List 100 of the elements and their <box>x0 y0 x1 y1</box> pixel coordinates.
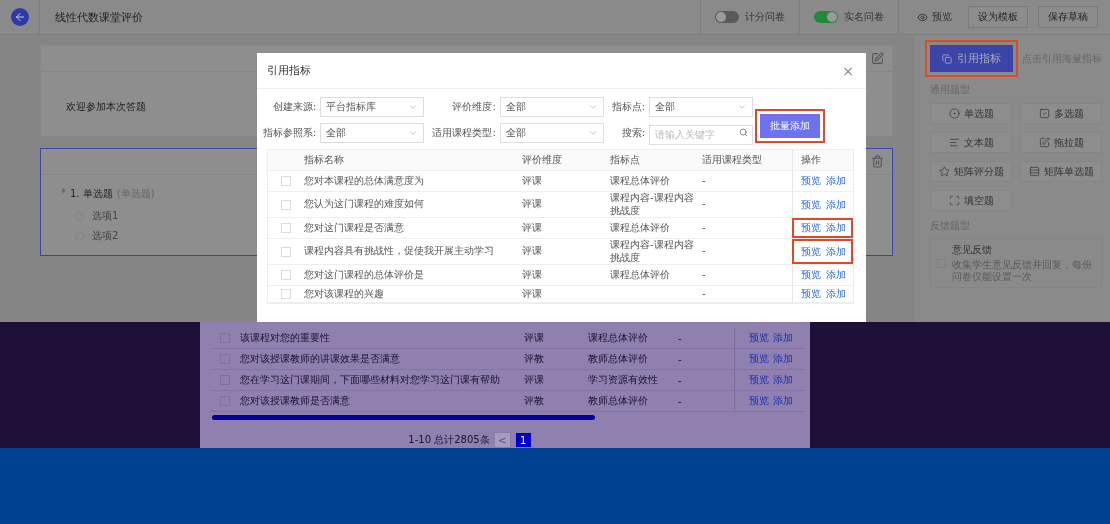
table-cell-text: 您对本课程的总体满意度为 <box>304 174 425 188</box>
action-link[interactable]: 添加 <box>826 244 846 259</box>
action-link[interactable]: 预览 <box>749 394 769 408</box>
back-button[interactable] <box>10 8 29 26</box>
table-cell-text: 学习资源有效性 <box>588 373 659 387</box>
table-cell-text: 课程总体评价 <box>610 174 671 188</box>
question-type-button[interactable]: 文本题 <box>930 132 1012 153</box>
table-cell-text: - <box>702 268 707 282</box>
action-link[interactable]: 预览 <box>801 221 821 235</box>
table-cell-text: 评课 <box>524 331 545 345</box>
toggle-label: 实名问卷 <box>844 10 884 24</box>
question-type-button[interactable]: 填空题 <box>930 190 1012 211</box>
survey-title: 线性代数课堂评价 <box>55 9 144 25</box>
table-cell-text: 评教 <box>524 352 545 366</box>
question-type-button[interactable]: 矩阵单选题 <box>1020 161 1102 182</box>
welcome-text: 欢迎参加本次答题 <box>66 100 146 114</box>
action-link[interactable]: 预览 <box>801 244 821 259</box>
filter-select[interactable]: 平台指标库 <box>320 97 425 117</box>
chevron-down-icon <box>587 128 598 138</box>
filter-label: 评价维度: <box>452 100 496 114</box>
header-button[interactable]: 保存草稿 <box>1038 6 1098 28</box>
action-link[interactable]: 添加 <box>826 197 846 212</box>
action-link[interactable]: 添加 <box>773 331 793 345</box>
star-icon <box>938 166 950 177</box>
table-cell-text: 课程总体评价 <box>588 331 649 345</box>
action-link[interactable]: 添加 <box>773 352 793 366</box>
action-link[interactable]: 添加 <box>773 373 793 387</box>
checkbox-icon <box>1038 108 1050 119</box>
edit-icon[interactable] <box>871 52 884 65</box>
header-button[interactable]: 设为模板 <box>968 6 1028 28</box>
eye-icon <box>917 11 928 23</box>
cite-indicator-button[interactable]: 引用指标 <box>930 45 1013 72</box>
question-type-button[interactable]: 矩阵评分题 <box>930 161 1012 182</box>
search-label: 搜索: <box>621 126 646 140</box>
table-cell-text: 您对这门课程的总体评价是 <box>304 268 425 282</box>
toggle-switch[interactable] <box>814 11 838 23</box>
action-link[interactable]: 预览 <box>801 287 821 301</box>
table-cell-text: 课程内容具有挑战性，促使我开展主动学习 <box>304 245 495 258</box>
table-cell-text: 评教 <box>524 394 545 408</box>
filter-select[interactable]: 全部 <box>499 97 604 117</box>
column-header: 操作 <box>792 150 853 170</box>
action-link[interactable]: 添加 <box>826 174 846 188</box>
action-link[interactable]: 添加 <box>826 287 846 301</box>
trash-icon[interactable] <box>871 155 884 168</box>
table-cell-text: - <box>678 353 683 365</box>
table-cell-text: 课程总体评价 <box>610 268 671 282</box>
scrollbar[interactable] <box>212 415 595 420</box>
table-cell-text: 教师总体评价 <box>588 394 649 408</box>
option-label: 选项2 <box>92 229 119 243</box>
toggle-label: 计分问卷 <box>745 10 785 24</box>
action-link[interactable]: 添加 <box>773 394 793 408</box>
frame-corners-icon <box>948 195 960 206</box>
required-mark: * <box>61 187 66 200</box>
toggle-switch[interactable] <box>715 11 739 23</box>
close-button[interactable]: × <box>842 62 854 79</box>
table-cell-text: 您在学习这门课期间，下面哪些材料对您学习这门课有帮助 <box>240 373 501 387</box>
pagination-summary: 1-10 总计2805条 <box>408 433 490 447</box>
table-cell-text: 评课 <box>522 174 543 188</box>
filter-label: 适用课程类型: <box>432 126 496 140</box>
preview-link[interactable]: 预览 <box>917 10 952 24</box>
action-link[interactable]: 预览 <box>801 174 821 188</box>
prev-page-button[interactable]: < <box>493 432 511 448</box>
column-header: 适用课程类型 <box>702 153 763 167</box>
action-link[interactable]: 预览 <box>749 373 769 387</box>
action-link[interactable]: 添加 <box>826 268 846 282</box>
table-cell-text: 教师总体评价 <box>588 352 649 366</box>
filter-select[interactable]: 全部 <box>320 123 425 143</box>
feedback-title: 意见反馈 <box>952 243 993 257</box>
table-cell-text: 该课程对您的重要性 <box>240 331 331 345</box>
table-cell-text: 课程内容-课程内容挑战度 <box>610 239 695 264</box>
action-link[interactable]: 预览 <box>749 331 769 345</box>
option-label: 选项1 <box>92 209 119 223</box>
table-cell-text: - <box>702 198 707 211</box>
column-header: 指标点 <box>610 153 641 167</box>
table-cell-text: - <box>678 395 683 407</box>
table-cell-text: 课程总体评价 <box>610 221 671 235</box>
chevron-down-icon <box>408 128 419 138</box>
table-cell-text: - <box>702 221 707 235</box>
search-field[interactable]: 请输入关键字 <box>649 124 754 145</box>
action-link[interactable]: 预览 <box>801 268 821 282</box>
column-header: 评价维度 <box>522 153 563 167</box>
table-cell-text: 评课 <box>522 287 543 301</box>
filter-label: 创建来源: <box>273 100 317 114</box>
chevron-down-icon <box>408 102 419 112</box>
batch-add-button[interactable]: 批量添加 <box>760 114 821 138</box>
question-type-button[interactable]: 拖拉题 <box>1020 132 1102 153</box>
action-link[interactable]: 预览 <box>801 197 821 212</box>
radio-icon <box>948 108 960 119</box>
table-cell-text: 评课 <box>522 268 543 282</box>
filter-select[interactable]: 全部 <box>499 123 604 143</box>
table-cell-text: - <box>702 174 707 188</box>
table-cell-text: - <box>678 374 683 386</box>
question-type-button[interactable]: 多选题 <box>1020 103 1102 124</box>
action-link[interactable]: 添加 <box>826 221 846 235</box>
chevron-down-icon <box>587 102 598 112</box>
text-lines-icon <box>948 137 960 148</box>
question-type-button[interactable]: 单选题 <box>930 103 1012 124</box>
action-link[interactable]: 预览 <box>749 352 769 366</box>
filter-select[interactable]: 全部 <box>649 97 754 117</box>
page-button[interactable]: 1 <box>514 432 532 448</box>
